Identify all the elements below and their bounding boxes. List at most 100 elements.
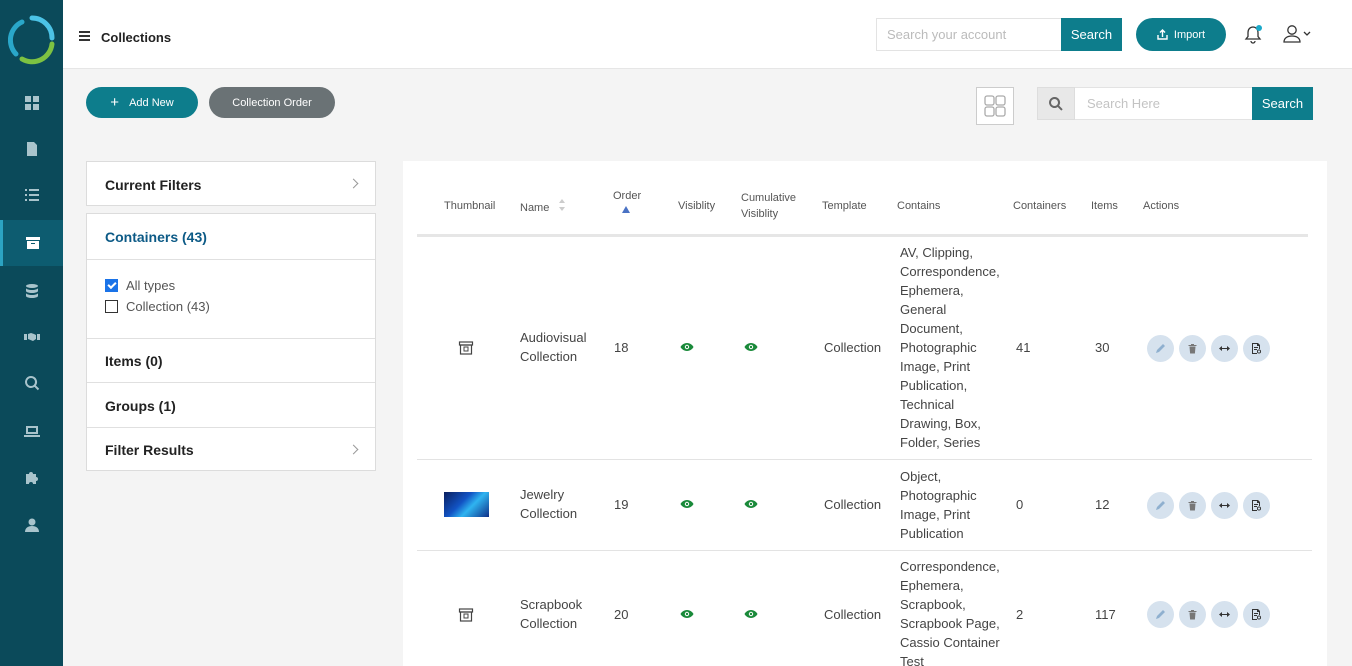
move-button[interactable] bbox=[1211, 492, 1238, 519]
contains-line: Test bbox=[900, 654, 924, 666]
collection-search-input[interactable] bbox=[1075, 87, 1253, 120]
nav-list[interactable] bbox=[0, 172, 63, 218]
row-divider bbox=[417, 550, 1312, 551]
contains-line: Document, bbox=[900, 321, 963, 336]
nav-search[interactable] bbox=[0, 360, 63, 406]
current-filters-panel[interactable]: Current Filters bbox=[86, 161, 376, 206]
row-divider bbox=[417, 459, 1312, 460]
horizontal-arrows-icon bbox=[1219, 346, 1230, 351]
header-name[interactable]: Name bbox=[520, 200, 549, 216]
thumbnail-image[interactable] bbox=[444, 492, 489, 517]
account-search-button[interactable]: Search bbox=[1061, 18, 1122, 51]
contains-line: Scrapbook Page, bbox=[900, 616, 1000, 631]
nav-handshake[interactable] bbox=[0, 314, 63, 360]
name-line: Jewelry bbox=[520, 487, 565, 502]
edit-button[interactable] bbox=[1147, 601, 1174, 628]
contains-line: AV, Clipping, bbox=[900, 245, 973, 260]
row-items: 30 bbox=[1095, 340, 1110, 355]
hamburger-menu-icon[interactable] bbox=[79, 31, 90, 41]
app-logo[interactable] bbox=[8, 14, 56, 66]
cumulative-visible-eye-icon[interactable] bbox=[744, 342, 758, 352]
contains-line: Cassio Container bbox=[900, 635, 1000, 650]
contains-line: Image, Print bbox=[900, 507, 971, 522]
cumulative-visible-eye-icon[interactable] bbox=[744, 499, 758, 509]
edit-button[interactable] bbox=[1147, 492, 1174, 519]
import-button[interactable]: Import bbox=[1136, 18, 1226, 51]
search-icon bbox=[1049, 96, 1063, 111]
details-button[interactable] bbox=[1243, 335, 1270, 362]
cumulative-visible-eye-icon[interactable] bbox=[744, 609, 758, 619]
filter-option-collection[interactable]: Collection (43) bbox=[105, 299, 210, 314]
row-items: 12 bbox=[1095, 497, 1110, 512]
nav-documents[interactable] bbox=[0, 126, 63, 172]
horizontal-arrows-icon bbox=[1219, 503, 1230, 508]
visible-eye-icon[interactable] bbox=[680, 342, 694, 352]
delete-button[interactable] bbox=[1179, 492, 1206, 519]
horizontal-arrows-icon bbox=[1219, 612, 1230, 617]
nav-collections[interactable] bbox=[0, 220, 63, 266]
row-items: 117 bbox=[1095, 607, 1116, 622]
collection-search-button[interactable]: Search bbox=[1252, 87, 1313, 120]
header-containers: Containers bbox=[1013, 200, 1067, 212]
page-title: Collections bbox=[101, 30, 172, 45]
nav-plugins[interactable] bbox=[0, 454, 63, 500]
row-name: Audiovisual Collection bbox=[520, 328, 587, 366]
containers-filter-header[interactable]: Containers (43) bbox=[87, 214, 375, 259]
add-new-button[interactable]: + Add New bbox=[86, 87, 198, 118]
header-actions: Actions bbox=[1143, 200, 1180, 212]
contains-line: Photographic bbox=[900, 488, 977, 503]
account-search-input[interactable] bbox=[876, 18, 1062, 51]
user-account-icon[interactable] bbox=[1283, 24, 1313, 44]
nav-database[interactable] bbox=[0, 268, 63, 314]
pencil-icon bbox=[1156, 501, 1165, 510]
magnifier-icon bbox=[24, 375, 39, 391]
checkbox-unchecked[interactable] bbox=[105, 300, 118, 313]
details-button[interactable] bbox=[1243, 492, 1270, 519]
delete-button[interactable] bbox=[1179, 335, 1206, 362]
checkbox-checked[interactable] bbox=[105, 279, 118, 292]
dashboard-icon bbox=[24, 96, 39, 110]
delete-button[interactable] bbox=[1179, 601, 1206, 628]
contains-line: Technical bbox=[900, 397, 955, 412]
header-visibility: Visiblity bbox=[678, 200, 716, 212]
header-template: Template bbox=[822, 200, 867, 212]
list-icon bbox=[24, 189, 39, 201]
current-filters-title: Current Filters bbox=[105, 176, 202, 193]
top-bar: Collections Search Import bbox=[63, 0, 1352, 69]
visible-eye-icon[interactable] bbox=[680, 499, 694, 509]
contains-line: Photographic bbox=[900, 340, 977, 355]
row-containers: 41 bbox=[1016, 340, 1031, 355]
row-name: Jewelry Collection bbox=[520, 485, 577, 523]
contains-line: Ephemera, bbox=[900, 283, 964, 298]
row-order: 19 bbox=[614, 497, 629, 512]
header-line: Visiblity bbox=[741, 208, 779, 220]
add-new-label: Add New bbox=[129, 96, 174, 109]
details-button[interactable] bbox=[1243, 601, 1270, 628]
nav-users[interactable] bbox=[0, 502, 63, 548]
header-order[interactable]: Order bbox=[613, 188, 641, 204]
move-button[interactable] bbox=[1211, 601, 1238, 628]
items-filter-header[interactable]: Items (0) bbox=[87, 339, 375, 383]
contains-line: Publication bbox=[900, 526, 964, 541]
collection-order-button[interactable]: Collection Order bbox=[209, 87, 335, 118]
filter-results-row[interactable]: Filter Results bbox=[87, 428, 375, 471]
contains-line: Scrapbook, bbox=[900, 597, 966, 612]
laptop-icon bbox=[23, 426, 40, 437]
visible-eye-icon[interactable] bbox=[680, 609, 694, 619]
sort-icon[interactable] bbox=[558, 198, 566, 212]
nav-computer[interactable] bbox=[0, 408, 63, 454]
header-thumbnail: Thumbnail bbox=[444, 200, 496, 212]
filter-accordion: Containers (43) All types Collection (43… bbox=[86, 213, 376, 471]
nav-dashboard[interactable] bbox=[0, 80, 63, 126]
header-cumulative-visibility: Cumulative Visiblity bbox=[741, 190, 796, 222]
plus-icon: + bbox=[110, 93, 120, 111]
divider bbox=[87, 259, 375, 260]
move-button[interactable] bbox=[1211, 335, 1238, 362]
filter-option-label: Collection (43) bbox=[126, 299, 210, 314]
search-icon-box bbox=[1037, 87, 1075, 120]
filter-option-all-types[interactable]: All types bbox=[105, 278, 175, 293]
document-icon bbox=[26, 142, 37, 156]
edit-button[interactable] bbox=[1147, 335, 1174, 362]
groups-filter-header[interactable]: Groups (1) bbox=[87, 383, 375, 428]
grid-view-toggle[interactable] bbox=[976, 87, 1014, 125]
